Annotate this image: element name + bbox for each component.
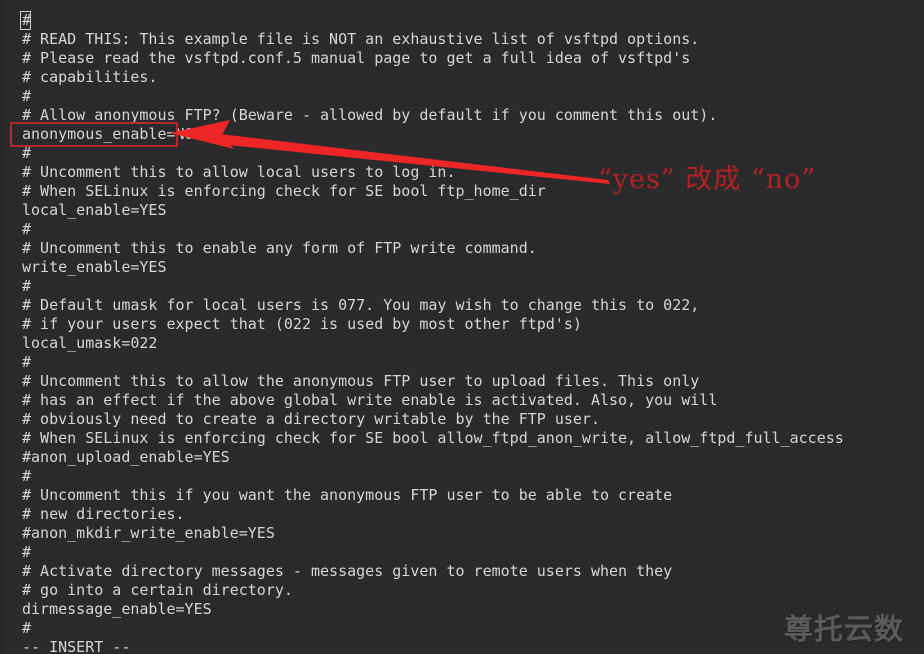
code-line: dirmessage_enable=YES [22,600,212,618]
code-line: # has an effect if the above global writ… [22,391,718,409]
code-line: # [22,87,32,105]
code-line: #anon_mkdir_write_enable=YES [22,524,275,542]
code-line: # [22,277,32,295]
vim-cursor-block [20,11,31,30]
code-line: # Activate directory messages - messages… [22,562,673,580]
code-line: # Default umask for local users is 077. … [22,296,700,314]
code-line: # go into a certain directory. [22,581,293,599]
code-line: # READ THIS: This example file is NOT an… [22,30,700,48]
code-line: # new directories. [22,505,185,523]
code-line: write_enable=YES [22,258,167,276]
terminal-left-edge [0,0,5,654]
code-line: # Uncomment this if you want the anonymo… [22,486,673,504]
code-line: local_umask=022 [22,334,158,352]
code-line: # [22,467,32,485]
code-line: local_enable=YES [22,201,167,219]
terminal-screen: # # READ THIS: This example file is NOT a… [0,0,924,654]
code-line: # [22,543,32,561]
code-line: # Uncomment this to enable any form of F… [22,239,537,257]
watermark-logo: 尊托云数 [784,612,905,646]
code-line: # Please read the vsftpd.conf.5 manual p… [22,49,691,67]
code-line: # [22,353,32,371]
vim-status-line: -- INSERT -- [22,638,131,654]
code-line: # obviously need to create a directory w… [22,410,600,428]
code-line: # if your users expect that (022 is used… [22,315,582,333]
code-line: # [22,619,32,637]
annotation-note-text: “yes” 改成 “no” [598,164,817,195]
code-line: #anon_upload_enable=YES [22,448,230,466]
annotation-highlight-box [10,122,178,147]
code-line: # [22,11,32,29]
code-line: # capabilities. [22,68,158,86]
vim-editor-buffer[interactable]: # # READ THIS: This example file is NOT a… [22,11,912,638]
code-line: # [22,220,32,238]
code-line: # When SELinux is enforcing check for SE… [22,429,844,447]
code-line: # Uncomment this to allow the anonymous … [22,372,700,390]
